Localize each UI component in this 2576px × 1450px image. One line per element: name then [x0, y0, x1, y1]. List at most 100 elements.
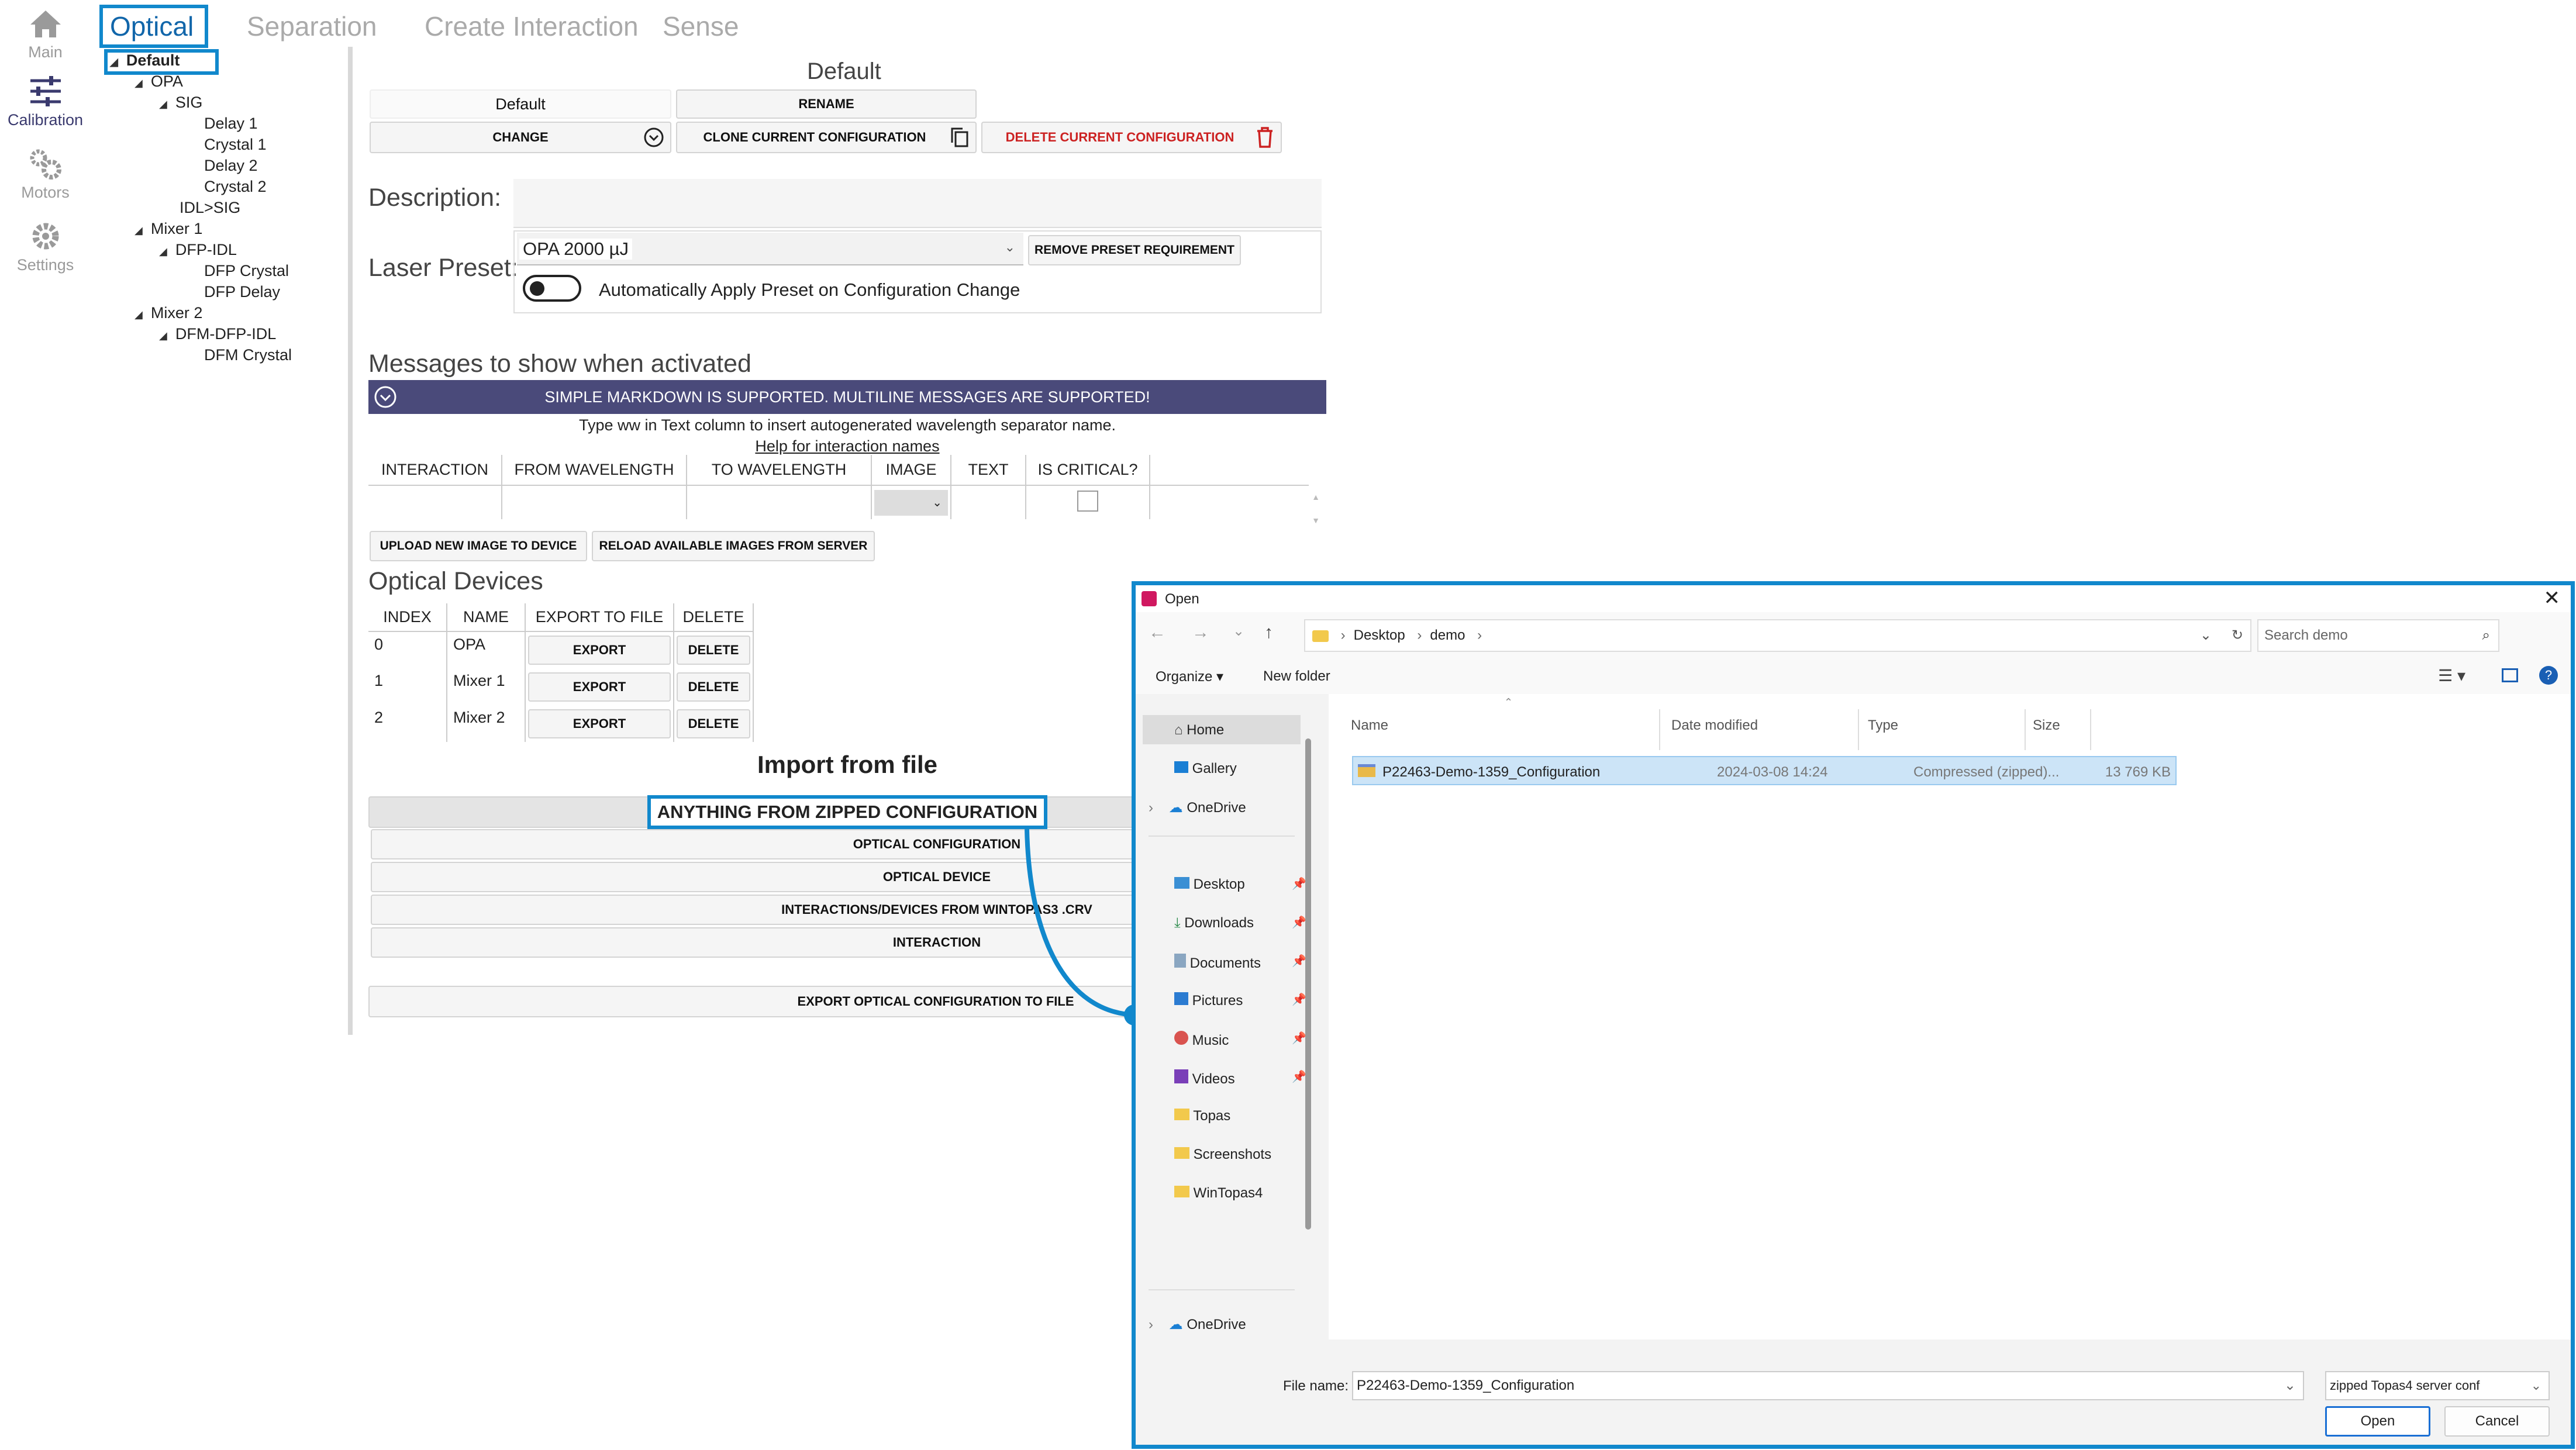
collapse-icon[interactable]: ◢: [110, 56, 118, 68]
cell-from-wavelength[interactable]: [502, 485, 687, 519]
pin-icon[interactable]: 📌: [1292, 992, 1306, 1007]
recent-chevron-icon[interactable]: ⌄: [1233, 623, 1244, 640]
list-item[interactable]: P22463-Demo-1359_Configuration 2024-03-0…: [1352, 756, 2177, 785]
clone-config-button[interactable]: CLONE CURRENT CONFIGURATION: [676, 122, 977, 153]
tab-optical[interactable]: Optical: [110, 11, 194, 42]
cell-interaction[interactable]: [368, 485, 502, 519]
forward-icon[interactable]: →: [1192, 623, 1209, 643]
pin-icon[interactable]: 📌: [1292, 1069, 1306, 1084]
auto-apply-toggle[interactable]: [523, 275, 581, 302]
change-button[interactable]: CHANGE: [370, 122, 671, 153]
col-date-header[interactable]: Date modified: [1671, 717, 1758, 734]
tab-separation[interactable]: Separation: [247, 11, 377, 42]
tree-item-idlsig[interactable]: IDL>SIG: [180, 199, 240, 217]
nav-motors[interactable]: Motors: [6, 147, 85, 202]
nav-gallery[interactable]: Gallery: [1174, 761, 1237, 777]
tree-item-opa[interactable]: ◢ OPA: [135, 72, 183, 91]
collapse-icon[interactable]: ◢: [159, 330, 167, 342]
tree-item-dfmcrystal[interactable]: DFM Crystal: [204, 346, 292, 364]
tree-item-sig[interactable]: ◢ SIG: [159, 94, 202, 112]
nav-pictures[interactable]: Pictures 📌: [1174, 992, 1306, 1009]
tree-item-default[interactable]: ◢ Default: [110, 51, 180, 70]
file-type-select[interactable]: zipped Topas4 server conf ⌄: [2325, 1371, 2550, 1400]
remove-preset-button[interactable]: REMOVE PRESET REQUIREMENT: [1028, 235, 1241, 265]
pin-icon[interactable]: 📌: [1292, 915, 1306, 930]
critical-checkbox[interactable]: [1077, 491, 1098, 512]
interaction-help-link[interactable]: Help for interaction names: [368, 437, 1326, 455]
file-name-input[interactable]: P22463-Demo-1359_Configuration ⌄: [1352, 1371, 2304, 1400]
cell-image[interactable]: ⌄: [871, 485, 951, 519]
tree-item-dfpcrystal[interactable]: DFP Crystal: [204, 262, 289, 280]
address-bar[interactable]: › Desktop › demo › ⌄ ↻: [1304, 619, 2251, 652]
new-folder-button[interactable]: New folder: [1263, 668, 1330, 685]
collapse-icon[interactable]: ◢: [135, 77, 143, 89]
collapse-icon[interactable]: ◢: [159, 98, 167, 111]
export-device-button[interactable]: EXPORT: [528, 636, 671, 665]
nav-home[interactable]: ⌂ Home: [1174, 722, 1224, 738]
tree-item-crystal2[interactable]: Crystal 2: [204, 178, 267, 196]
collapse-icon[interactable]: ◢: [135, 309, 143, 321]
nav-topas[interactable]: Topas: [1174, 1108, 1230, 1124]
tab-create-interaction[interactable]: Create Interaction: [425, 11, 639, 42]
rename-button[interactable]: RENAME: [676, 89, 977, 119]
delete-config-button[interactable]: DELETE CURRENT CONFIGURATION: [981, 122, 1282, 153]
nav-onedrive-2[interactable]: › ☁ OneDrive: [1149, 1316, 1246, 1333]
help-icon[interactable]: ?: [2539, 666, 2558, 685]
export-device-button[interactable]: EXPORT: [528, 709, 671, 738]
tree-item-mixer2[interactable]: ◢ Mixer 2: [135, 304, 202, 322]
up-icon[interactable]: ↑: [1264, 623, 1273, 643]
pin-icon[interactable]: 📌: [1292, 876, 1306, 891]
tree-item-mixer1[interactable]: ◢ Mixer 1: [135, 220, 202, 238]
organize-button[interactable]: Organize ▾: [1156, 668, 1223, 685]
nav-videos[interactable]: Videos 📌: [1174, 1069, 1306, 1088]
description-field[interactable]: [513, 179, 1322, 228]
search-icon[interactable]: ⌕: [2482, 620, 2490, 651]
pin-icon[interactable]: 📌: [1292, 1031, 1306, 1045]
delete-device-button[interactable]: DELETE: [677, 636, 750, 665]
collapse-circle-icon[interactable]: [373, 385, 398, 409]
messages-scrollbar[interactable]: ▲ ▼: [1310, 491, 1322, 527]
nav-wintopas4[interactable]: WinTopas4: [1174, 1185, 1263, 1202]
tree-item-dfpdelay[interactable]: DFP Delay: [204, 283, 280, 301]
upload-image-button[interactable]: UPLOAD NEW IMAGE TO DEVICE: [370, 531, 587, 561]
tree-item-dfmdfpidl[interactable]: ◢ DFM-DFP-IDL: [159, 325, 276, 343]
nav-pane-scrollbar[interactable]: [1305, 738, 1311, 1230]
path-demo[interactable]: demo: [1430, 627, 1465, 643]
preview-pane-icon[interactable]: [2502, 668, 2518, 682]
tab-sense[interactable]: Sense: [663, 11, 739, 42]
address-chevron-icon[interactable]: ⌄: [2200, 620, 2212, 651]
laser-preset-select[interactable]: OPA 2000 µJ ⌄: [517, 233, 1023, 265]
export-device-button[interactable]: EXPORT: [528, 672, 671, 702]
nav-music[interactable]: Music 📌: [1174, 1031, 1306, 1049]
cell-is-critical[interactable]: [1026, 485, 1150, 519]
col-type-header[interactable]: Type: [1868, 717, 1898, 734]
col-name-header[interactable]: Name: [1351, 717, 1388, 734]
import-anything-button[interactable]: ANYTHING FROM ZIPPED CONFIGURATION: [647, 795, 1047, 829]
nav-screenshots[interactable]: Screenshots: [1174, 1147, 1271, 1163]
pin-icon[interactable]: 📌: [1292, 954, 1306, 968]
cancel-button[interactable]: Cancel: [2444, 1406, 2550, 1437]
nav-settings[interactable]: Settings: [6, 220, 85, 274]
delete-device-button[interactable]: DELETE: [677, 672, 750, 702]
nav-downloads[interactable]: ⤓ Downloads 📌: [1174, 915, 1306, 931]
tree-item-delay1[interactable]: Delay 1: [204, 115, 258, 133]
cell-to-wavelength[interactable]: [687, 485, 872, 519]
back-icon[interactable]: ←: [1149, 623, 1166, 643]
search-box[interactable]: Search demo ⌕: [2257, 619, 2499, 652]
tree-item-dfpidl[interactable]: ◢ DFP-IDL: [159, 241, 237, 259]
nav-calibration[interactable]: Calibration: [6, 75, 85, 129]
view-icon[interactable]: ☰ ▾: [2438, 666, 2465, 685]
cell-text[interactable]: [951, 485, 1026, 519]
search-input[interactable]: Search demo: [2264, 627, 2348, 643]
refresh-icon[interactable]: ↻: [2232, 620, 2243, 651]
tree-item-delay2[interactable]: Delay 2: [204, 157, 258, 175]
tree-item-crystal1[interactable]: Crystal 1: [204, 136, 267, 154]
nav-desktop[interactable]: Desktop 📌: [1174, 876, 1306, 893]
pane-splitter[interactable]: [348, 47, 353, 1035]
delete-device-button[interactable]: DELETE: [677, 709, 750, 738]
path-desktop[interactable]: Desktop: [1354, 627, 1405, 643]
reload-images-button[interactable]: RELOAD AVAILABLE IMAGES FROM SERVER: [592, 531, 875, 561]
collapse-icon[interactable]: ◢: [135, 225, 143, 237]
collapse-icon[interactable]: ◢: [159, 246, 167, 258]
nav-onedrive[interactable]: › ☁ OneDrive: [1149, 799, 1246, 816]
